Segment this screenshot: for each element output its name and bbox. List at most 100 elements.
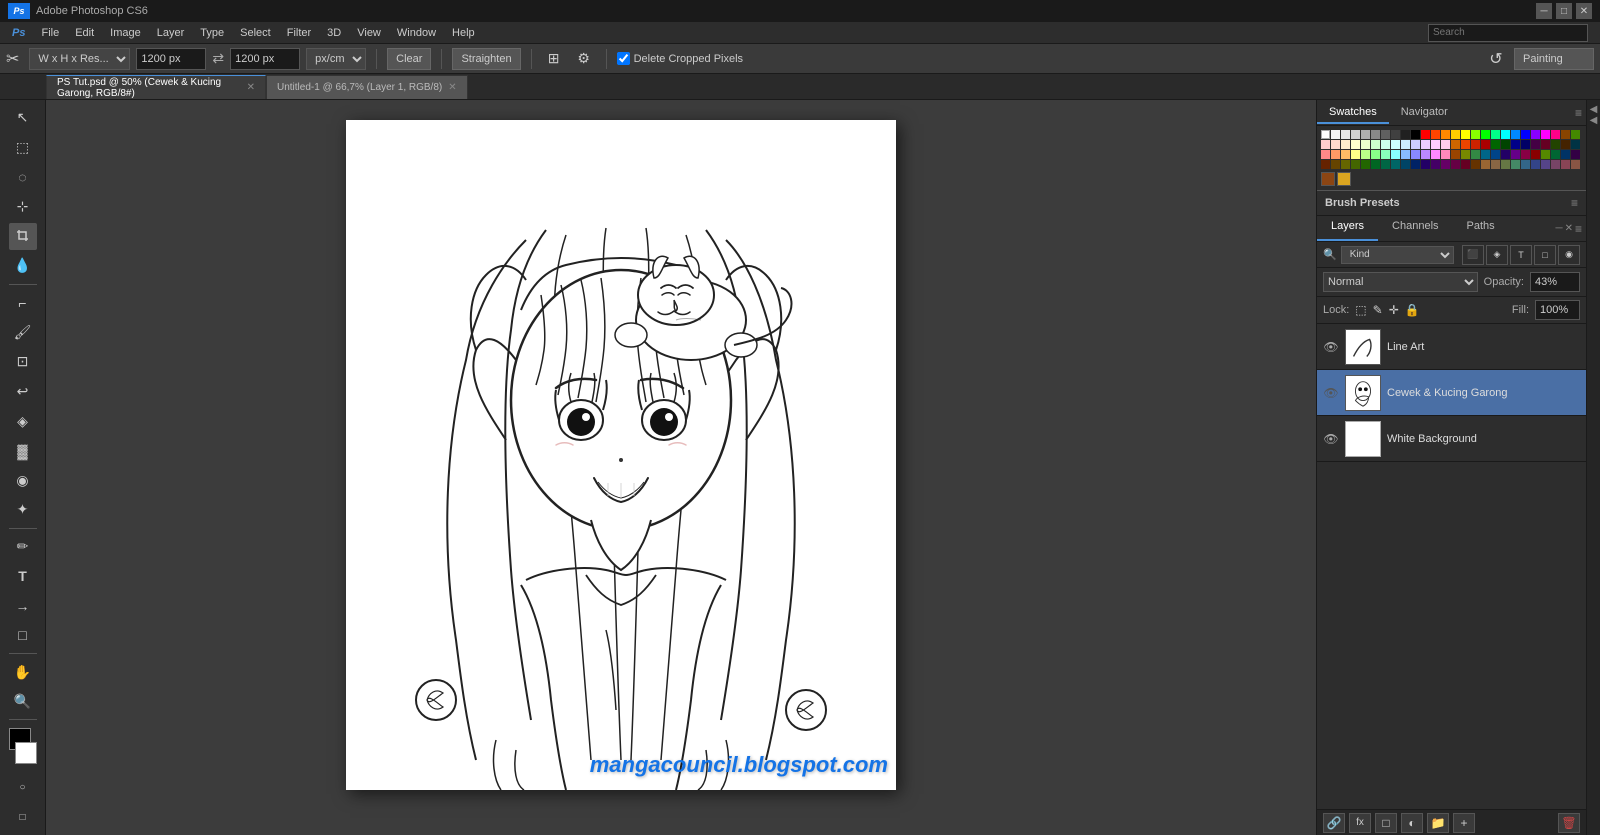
- blur-tool[interactable]: ◉: [9, 466, 37, 494]
- layer-filter-adjustment[interactable]: ◈: [1486, 245, 1508, 265]
- swatch[interactable]: [1411, 130, 1420, 139]
- dodge-tool[interactable]: ✦: [9, 496, 37, 524]
- layer-row-cewek[interactable]: 👁 Cewek & Kucing Garong: [1317, 370, 1586, 416]
- swatch[interactable]: [1411, 150, 1420, 159]
- swatch[interactable]: [1511, 150, 1520, 159]
- swatch[interactable]: [1421, 150, 1430, 159]
- reset-button[interactable]: ↺: [1484, 47, 1508, 71]
- layer-mask-btn[interactable]: □: [1375, 813, 1397, 833]
- swatch[interactable]: [1331, 150, 1340, 159]
- swatch[interactable]: [1371, 140, 1380, 149]
- swatch[interactable]: [1511, 160, 1520, 169]
- layer-filter-shape[interactable]: □: [1534, 245, 1556, 265]
- swatch[interactable]: [1451, 160, 1460, 169]
- layer-filter-type[interactable]: T: [1510, 245, 1532, 265]
- swatch[interactable]: [1331, 130, 1340, 139]
- lock-transparent-btn[interactable]: ⬚: [1355, 303, 1366, 317]
- swatch[interactable]: [1381, 140, 1390, 149]
- swatch[interactable]: [1321, 150, 1330, 159]
- swatch[interactable]: [1361, 150, 1370, 159]
- layers-panel-menu[interactable]: ≡: [1575, 222, 1582, 236]
- swatch[interactable]: [1531, 150, 1540, 159]
- swatch[interactable]: [1571, 160, 1580, 169]
- layers-panel-minimize[interactable]: ─: [1556, 223, 1563, 234]
- menu-item-file[interactable]: File: [33, 25, 67, 41]
- swatch[interactable]: [1511, 130, 1520, 139]
- swatch[interactable]: [1411, 140, 1420, 149]
- lock-image-btn[interactable]: ✎: [1373, 303, 1383, 317]
- swatch[interactable]: [1391, 160, 1400, 169]
- menu-item-select[interactable]: Select: [232, 25, 279, 41]
- layers-tab-channels[interactable]: Channels: [1378, 216, 1452, 241]
- swatch[interactable]: [1341, 130, 1350, 139]
- swatch[interactable]: [1371, 130, 1380, 139]
- swatch[interactable]: [1461, 130, 1470, 139]
- eyedropper-tool[interactable]: 💧: [9, 252, 37, 280]
- opacity-input[interactable]: [1530, 272, 1580, 292]
- navigator-tab[interactable]: Navigator: [1389, 102, 1460, 124]
- crop-tool[interactable]: [9, 223, 37, 251]
- swatch[interactable]: [1561, 140, 1570, 149]
- swatches-tab[interactable]: Swatches: [1317, 102, 1389, 124]
- swatch[interactable]: [1461, 150, 1470, 159]
- swatch[interactable]: [1361, 130, 1370, 139]
- swatch[interactable]: [1561, 160, 1570, 169]
- swatch[interactable]: [1551, 160, 1560, 169]
- swatch[interactable]: [1371, 160, 1380, 169]
- layer-row-whitebg[interactable]: 👁 White Background: [1317, 416, 1586, 462]
- swatch[interactable]: [1431, 130, 1440, 139]
- swatch[interactable]: [1351, 130, 1360, 139]
- swatch[interactable]: [1531, 160, 1540, 169]
- screen-mode-button[interactable]: □: [9, 804, 37, 832]
- swatch[interactable]: [1471, 160, 1480, 169]
- healing-brush-tool[interactable]: ⌐: [9, 289, 37, 317]
- grid-overlay-button[interactable]: ⊞: [542, 47, 566, 71]
- swatch[interactable]: [1341, 140, 1350, 149]
- layer-visibility-lineart[interactable]: 👁: [1323, 339, 1339, 355]
- swatch[interactable]: [1351, 140, 1360, 149]
- swatch[interactable]: [1401, 140, 1410, 149]
- layer-visibility-cewek[interactable]: 👁: [1323, 385, 1339, 401]
- tab-close-untitled[interactable]: ✕: [448, 82, 456, 93]
- swatch[interactable]: [1561, 130, 1570, 139]
- swatch[interactable]: [1491, 160, 1500, 169]
- swatch[interactable]: [1451, 150, 1460, 159]
- swatch[interactable]: [1541, 150, 1550, 159]
- collapse-panel-btn[interactable]: ◀◀: [1588, 104, 1599, 126]
- layer-adjustment-btn[interactable]: ◐: [1401, 813, 1423, 833]
- swatch[interactable]: [1491, 140, 1500, 149]
- menu-item-help[interactable]: Help: [444, 25, 483, 41]
- swatch-brown[interactable]: [1321, 172, 1335, 186]
- swatch[interactable]: [1441, 140, 1450, 149]
- swatch[interactable]: [1571, 130, 1580, 139]
- swatch[interactable]: [1491, 130, 1500, 139]
- swatch[interactable]: [1571, 150, 1580, 159]
- workspace-button[interactable]: Painting: [1514, 48, 1594, 70]
- layer-visibility-whitebg[interactable]: 👁: [1323, 431, 1339, 447]
- minimize-button[interactable]: ─: [1536, 3, 1552, 19]
- swatch[interactable]: [1431, 140, 1440, 149]
- search-input[interactable]: [1428, 24, 1588, 42]
- swatch[interactable]: [1441, 130, 1450, 139]
- eraser-tool[interactable]: ◈: [9, 407, 37, 435]
- menu-item-filter[interactable]: Filter: [279, 25, 319, 41]
- layers-panel-close[interactable]: ✕: [1565, 223, 1573, 234]
- fill-input[interactable]: [1535, 300, 1580, 320]
- swatch[interactable]: [1471, 150, 1480, 159]
- swatch[interactable]: [1571, 140, 1580, 149]
- quick-select-tool[interactable]: ⊹: [9, 193, 37, 221]
- swatch[interactable]: [1381, 150, 1390, 159]
- swatch[interactable]: [1441, 160, 1450, 169]
- swatch[interactable]: [1461, 140, 1470, 149]
- swatch[interactable]: [1421, 140, 1430, 149]
- swatch[interactable]: [1331, 140, 1340, 149]
- layer-link-btn[interactable]: 🔗: [1323, 813, 1345, 833]
- gradient-tool[interactable]: ▓: [9, 437, 37, 465]
- swatch[interactable]: [1481, 160, 1490, 169]
- zoom-tool[interactable]: 🔍: [9, 688, 37, 716]
- swatch[interactable]: [1341, 150, 1350, 159]
- swatch[interactable]: [1501, 130, 1510, 139]
- swatch[interactable]: [1471, 140, 1480, 149]
- type-tool[interactable]: T: [9, 562, 37, 590]
- move-tool[interactable]: ↖: [9, 104, 37, 132]
